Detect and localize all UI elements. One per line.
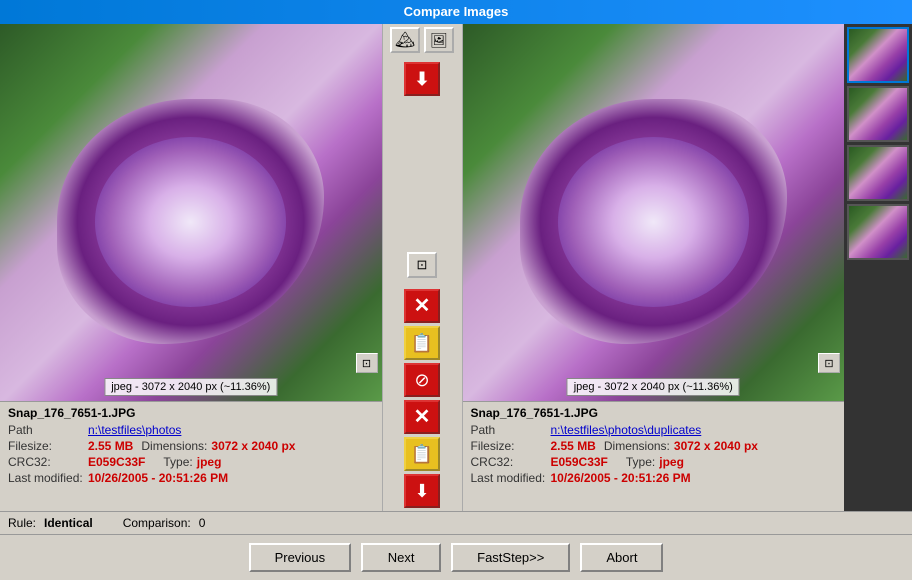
- right-type-label: Type:: [626, 455, 655, 469]
- left-dimensions-value: 3072 x 2040 px: [211, 439, 295, 453]
- faststep-button[interactable]: FastStep>>: [451, 543, 570, 572]
- right-path-label: Path: [471, 423, 551, 437]
- left-type-label: Type:: [163, 455, 192, 469]
- mountain-icon-2: 🖼: [430, 32, 448, 49]
- rule-value: Identical: [44, 516, 93, 530]
- no-left-btn[interactable]: ⊘: [404, 363, 440, 397]
- right-filesize-value: 2.55 MB: [551, 439, 596, 453]
- previous-button[interactable]: Previous: [249, 543, 352, 572]
- right-type-value: jpeg: [659, 455, 684, 469]
- right-dimensions-label: Dimensions:: [604, 439, 670, 453]
- center-download-btn[interactable]: ⬇: [404, 62, 440, 96]
- right-modified-value: 10/26/2005 - 20:51:26 PM: [551, 471, 691, 485]
- comparison-value: 0: [199, 516, 206, 530]
- right-image-label: jpeg - 3072 x 2040 px (~11.36%): [567, 378, 740, 396]
- left-file-info: Snap_176_7651-1.JPG Path n:\testfiles\ph…: [0, 401, 382, 511]
- right-modified-label: Last modified:: [471, 471, 551, 485]
- move-left-btn[interactable]: 📋: [404, 326, 440, 360]
- right-path-value[interactable]: n:\testfiles\photos\duplicates: [551, 423, 702, 437]
- right-crc32-value: E059C33F: [551, 455, 608, 469]
- copy-right-icon: 📋: [411, 444, 433, 465]
- left-path-label: Path: [8, 423, 88, 437]
- download-right-icon: ⬇: [414, 481, 429, 502]
- abort-button[interactable]: Abort: [580, 543, 663, 572]
- thumbnail-2[interactable]: [847, 86, 909, 142]
- footer-buttons: Previous Next FastStep>> Abort: [0, 534, 912, 580]
- right-dimensions-value: 3072 x 2040 px: [674, 439, 758, 453]
- thumbnail-1[interactable]: [847, 27, 909, 83]
- view-tab-2[interactable]: 🖼: [424, 27, 454, 53]
- copy-left-icon: 📋: [411, 333, 433, 354]
- next-button[interactable]: Next: [361, 543, 441, 572]
- right-filename: Snap_176_7651-1.JPG: [471, 406, 837, 420]
- title-text: Compare Images: [404, 4, 509, 19]
- left-crc32-label: CRC32:: [8, 455, 88, 469]
- thumbnail-4[interactable]: [847, 204, 909, 260]
- center-col: 🏔 🖼 ⬇ ⊡ ✕ 📋: [383, 24, 463, 511]
- title-bar: Compare Images: [0, 0, 912, 24]
- left-filename: Snap_176_7651-1.JPG: [8, 406, 374, 420]
- delete-right-icon: ✕: [414, 407, 431, 427]
- right-image: [463, 24, 845, 401]
- left-resize-btn[interactable]: ⊡: [356, 353, 378, 373]
- view-tab-1[interactable]: 🏔: [390, 27, 420, 53]
- thumbnail-panel: [844, 24, 912, 511]
- left-image: [0, 24, 382, 401]
- no-left-icon: ⊘: [414, 370, 429, 391]
- left-image-label: jpeg - 3072 x 2040 px (~11.36%): [104, 378, 277, 396]
- delete-left-icon: ✕: [414, 296, 431, 316]
- left-modified-value: 10/26/2005 - 20:51:26 PM: [88, 471, 228, 485]
- download-right-btn[interactable]: ⬇: [404, 474, 440, 508]
- thumbnail-3[interactable]: [847, 145, 909, 201]
- move-right-btn[interactable]: 📋: [404, 437, 440, 471]
- comparison-label: Comparison:: [123, 516, 191, 530]
- right-crc32-label: CRC32:: [471, 455, 551, 469]
- view-tabs: 🏔 🖼: [390, 27, 454, 53]
- delete-left-btn[interactable]: ✕: [404, 289, 440, 323]
- down-arrow-icon: ⬇: [414, 69, 429, 90]
- bottom-section: Rule: Identical Comparison: 0 Previous N…: [0, 511, 912, 580]
- left-type-value: jpeg: [197, 455, 222, 469]
- left-modified-label: Last modified:: [8, 471, 88, 485]
- right-resize-btn[interactable]: ⊡: [818, 353, 840, 373]
- right-file-info: Snap_176_7651-1.JPG Path n:\testfiles\ph…: [463, 401, 845, 511]
- center-resize-btn[interactable]: ⊡: [407, 252, 437, 278]
- action-buttons: ✕ 📋 ⊘ ✕ 📋 ⬇: [404, 289, 440, 508]
- left-filesize-value: 2.55 MB: [88, 439, 133, 453]
- mountain-icon-1: 🏔: [395, 30, 415, 50]
- delete-right-btn[interactable]: ✕: [404, 400, 440, 434]
- left-path-value[interactable]: n:\testfiles\photos: [88, 423, 181, 437]
- left-crc32-value: E059C33F: [88, 455, 145, 469]
- left-filesize-label: Filesize:: [8, 439, 88, 453]
- right-filesize-label: Filesize:: [471, 439, 551, 453]
- resize-icon: ⊡: [417, 257, 428, 273]
- rule-label: Rule:: [8, 516, 36, 530]
- rule-comparison-row: Rule: Identical Comparison: 0: [0, 512, 912, 534]
- left-dimensions-label: Dimensions:: [141, 439, 207, 453]
